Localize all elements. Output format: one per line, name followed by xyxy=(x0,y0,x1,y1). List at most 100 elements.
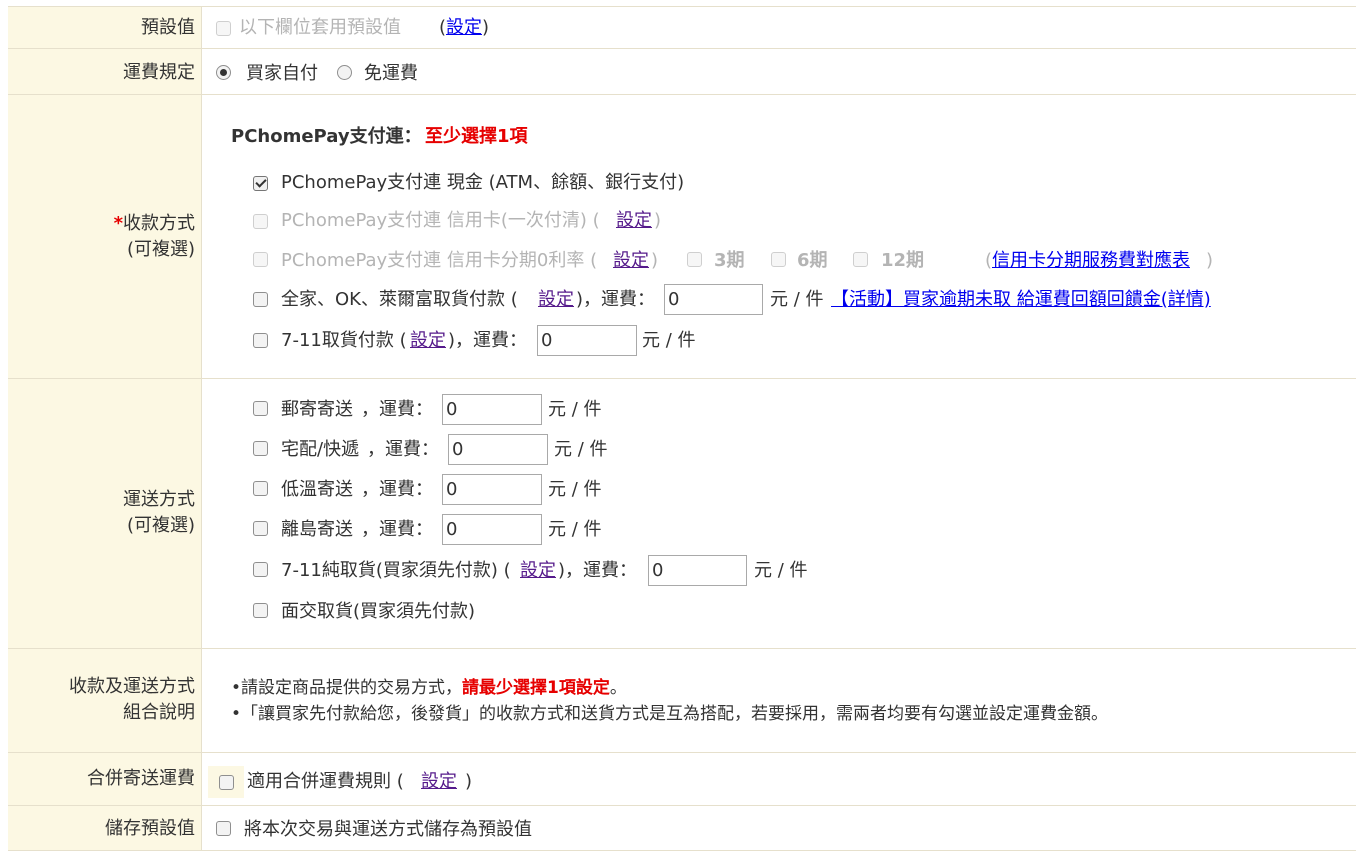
island-delivery-label: 離島寄送 xyxy=(281,519,353,540)
home-delivery-label: 宅配/快遞 xyxy=(281,439,360,460)
pchomepay-credit-label: PChomePay支付連 信用卡(一次付清) ( xyxy=(281,210,600,231)
pchomepay-cash-label: PChomePay支付連 現金 (ATM、餘額、銀行支付) xyxy=(281,172,685,193)
family-mart-promo-link[interactable]: 【活動】買家逾期未取 給運費回額回饋金(詳情) xyxy=(831,288,1211,312)
row-merge-shipping: 合併寄送運費 適用合併運費規則 ( 設定 ) xyxy=(8,752,1356,805)
combo-note-1: •請設定商品提供的交易方式，請最少選擇1項設定。 xyxy=(231,676,627,700)
pchomepay-group-title: PChomePay支付連： xyxy=(231,126,422,147)
seven-pickup-fee-input[interactable] xyxy=(648,555,747,586)
combo-note-1-suffix: 。 xyxy=(609,678,627,698)
row-label: 儲存預設值 xyxy=(105,818,195,839)
combo-label-line2: 組合說明 xyxy=(123,702,195,723)
merge-setting-link[interactable]: 設定 xyxy=(421,770,457,794)
seven-eleven-pay-unit: 元 / 件 xyxy=(642,330,696,351)
seven-eleven-pay-setting-link[interactable]: 設定 xyxy=(410,329,446,353)
island-delivery-checkbox[interactable] xyxy=(253,521,268,536)
apply-default-label: 以下欄位套用預設值 xyxy=(239,17,401,38)
family-mart-label: 全家、OK、萊爾富取貨付款 ( xyxy=(281,289,518,310)
island-delivery-unit: 元 / 件 xyxy=(548,519,602,540)
paren-open: ( xyxy=(439,17,447,38)
free-shipping-radio[interactable] xyxy=(337,65,352,80)
paren-close: ) xyxy=(482,17,490,38)
payment-label-line2: (可複選) xyxy=(126,239,195,260)
installment-12-checkbox[interactable] xyxy=(853,252,868,267)
installment-6-label: 6期 xyxy=(797,250,828,271)
row-payment: *收款方式 (可複選) PChomePay支付連： 至少選擇1項 PChomeP… xyxy=(8,94,1356,378)
save-default-checkbox[interactable] xyxy=(216,821,231,836)
family-mart-setting-link[interactable]: 設定 xyxy=(538,288,574,312)
combo-note-1-emphasis: 請最少選擇1項設定 xyxy=(462,678,610,698)
pchomepay-credit-checkbox[interactable] xyxy=(253,214,268,229)
buyer-pays-label: 買家自付 xyxy=(246,63,318,84)
post-unit: 元 / 件 xyxy=(548,399,602,420)
post-checkbox[interactable] xyxy=(253,401,268,416)
row-label-cell: 運送方式 (可複選) xyxy=(8,379,202,648)
cold-delivery-label: 低溫寄送 xyxy=(281,479,353,500)
merge-close: ) xyxy=(465,771,473,792)
delivery-label-line2: (可複選) xyxy=(126,515,195,536)
seven-eleven-pay-checkbox[interactable] xyxy=(253,333,268,348)
island-delivery-fee-input[interactable] xyxy=(442,514,542,545)
home-delivery-checkbox[interactable] xyxy=(253,441,268,456)
payment-label-line1: *收款方式 xyxy=(114,211,195,237)
post-fee-input[interactable] xyxy=(442,394,542,425)
row-label: 合併寄送運費 xyxy=(87,768,195,789)
payment-label-text: 收款方式 xyxy=(123,213,195,234)
row-save-default: 儲存預設值 將本次交易與運送方式儲存為預設值 xyxy=(8,805,1356,851)
row-label-cell: 合併寄送運費 xyxy=(8,753,202,805)
installment-12-label: 12期 xyxy=(881,250,925,271)
row-combo-notes: 收款及運送方式 組合說明 •請設定商品提供的交易方式，請最少選擇1項設定。 •「… xyxy=(8,648,1356,752)
post-label: 郵寄寄送 xyxy=(281,399,353,420)
merge-shipping-label: 適用合併運費規則 ( xyxy=(247,771,404,792)
seven-eleven-pay-fee-input[interactable] xyxy=(537,325,637,356)
row-label-cell: 儲存預設值 xyxy=(8,806,202,850)
seven-pickup-fee-label: )，運費： xyxy=(558,560,638,581)
seven-pickup-label: 7-11純取貨(買家須先付款) ( xyxy=(281,560,511,581)
pchomepay-requirement: 至少選擇1項 xyxy=(425,126,528,147)
required-star: * xyxy=(113,213,123,234)
family-mart-fee-label: )，運費： xyxy=(576,289,656,310)
row-label-cell: *收款方式 (可複選) xyxy=(8,95,202,378)
pchomepay-installment-label: PChomePay支付連 信用卡分期0利率 ( xyxy=(281,250,598,271)
meetup-checkbox[interactable] xyxy=(253,603,268,618)
pchomepay-cash-checkbox[interactable] xyxy=(253,176,268,191)
home-delivery-unit: 元 / 件 xyxy=(554,439,608,460)
meetup-label: 面交取貨(買家須先付款) xyxy=(281,601,476,622)
combo-note-1-prefix: •請設定商品提供的交易方式， xyxy=(231,678,463,698)
row-label: 運費規定 xyxy=(123,62,195,83)
free-shipping-label: 免運費 xyxy=(364,63,418,84)
merge-shipping-checkbox[interactable] xyxy=(219,775,234,790)
home-delivery-fee-label: ，運費： xyxy=(367,439,439,460)
row-label-cell: 收款及運送方式 組合說明 xyxy=(8,649,202,752)
installment-3-label: 3期 xyxy=(714,250,745,271)
apply-default-checkbox[interactable] xyxy=(216,21,231,36)
family-mart-fee-input[interactable] xyxy=(664,284,763,315)
seven-pickup-setting-link[interactable]: 設定 xyxy=(520,559,556,583)
row-label: 預設值 xyxy=(141,17,195,38)
row-default: 預設值 以下欄位套用預設值 ( 設定 ) xyxy=(8,6,1356,48)
seven-eleven-pay-fee-label: )，運費： xyxy=(448,330,528,351)
cold-delivery-unit: 元 / 件 xyxy=(548,479,602,500)
family-mart-checkbox[interactable] xyxy=(253,292,268,307)
combo-label-line1: 收款及運送方式 xyxy=(69,676,195,697)
credit-close: ) xyxy=(654,210,662,231)
installment-setting-link[interactable]: 設定 xyxy=(613,249,649,273)
row-shipping-rule: 運費規定 買家自付 免運費 xyxy=(8,48,1356,94)
installment-close: ) xyxy=(651,250,659,271)
row-label-cell: 運費規定 xyxy=(8,49,202,94)
installment-3-checkbox[interactable] xyxy=(687,252,702,267)
buyer-pays-radio[interactable] xyxy=(216,65,231,80)
seven-eleven-pay-label: 7-11取貨付款 ( xyxy=(281,330,407,351)
home-delivery-fee-input[interactable] xyxy=(448,434,548,465)
pchomepay-installment-checkbox[interactable] xyxy=(253,252,268,267)
installment-table-close: ) xyxy=(1206,250,1214,271)
credit-setting-link[interactable]: 設定 xyxy=(616,209,652,233)
default-setting-link[interactable]: 設定 xyxy=(446,16,482,40)
installment-fee-table-link[interactable]: 信用卡分期服務費對應表 xyxy=(992,249,1190,273)
seven-pickup-checkbox[interactable] xyxy=(253,562,268,577)
post-fee-label: ，運費： xyxy=(361,399,433,420)
cold-delivery-checkbox[interactable] xyxy=(253,481,268,496)
seven-pickup-unit: 元 / 件 xyxy=(754,560,808,581)
combo-note-2: •「讓買家先付款給您，後發貨」的收款方式和送貨方式是互為搭配，若要採用，需兩者均… xyxy=(231,704,1109,724)
cold-delivery-fee-input[interactable] xyxy=(442,474,542,505)
installment-6-checkbox[interactable] xyxy=(771,252,786,267)
